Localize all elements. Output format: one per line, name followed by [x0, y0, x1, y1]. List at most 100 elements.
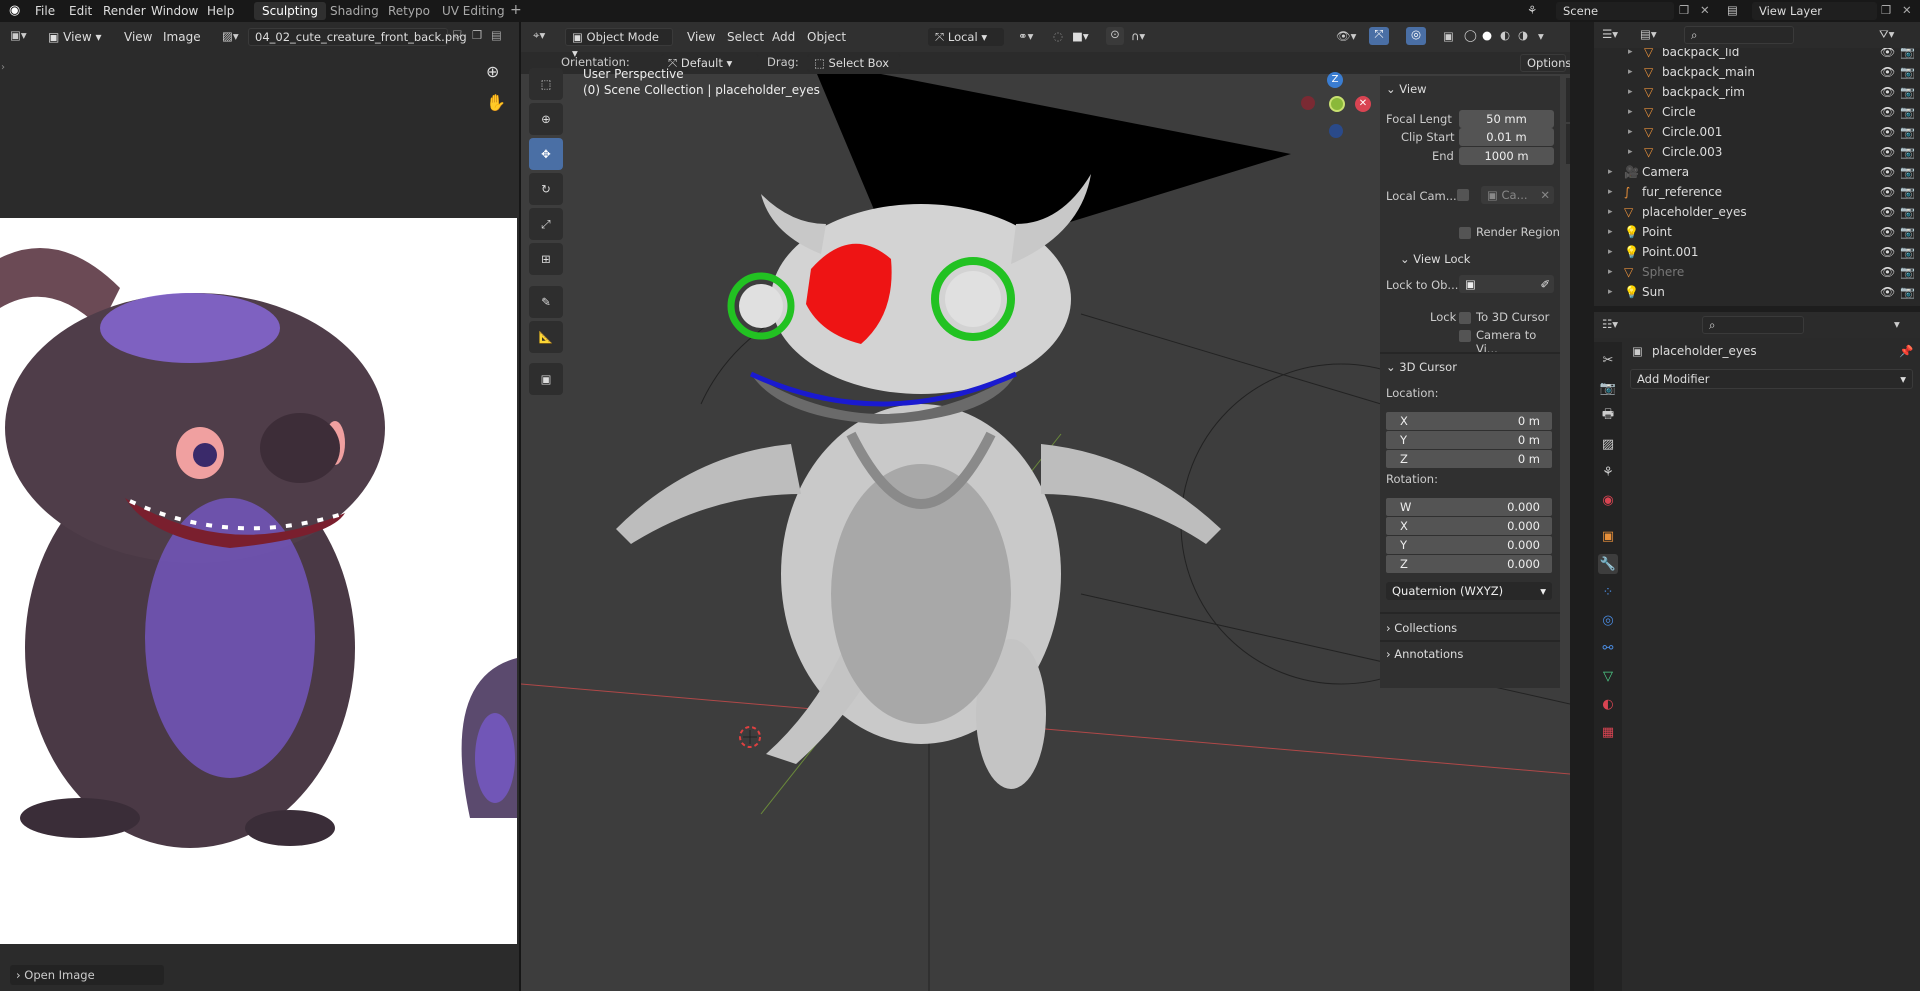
visibility-eye-icon[interactable]: 👁: [1880, 48, 1895, 62]
outliner-row[interactable]: ▸ ▽ placeholder_eyes 👁 📷: [1594, 202, 1920, 222]
open-image-operator-panel[interactable]: › Open Image: [10, 965, 164, 985]
world-tab-icon[interactable]: ◉: [1598, 490, 1618, 510]
outliner-row[interactable]: ▸ ▽ Circle.001 👁 📷: [1594, 122, 1920, 142]
gizmo-toggle-icon[interactable]: ⤧: [1369, 27, 1389, 45]
visibility-eye-icon[interactable]: 👁: [1880, 82, 1895, 102]
visibility-eye-icon[interactable]: 👁: [1880, 202, 1895, 222]
workspace-tab-uv-editing[interactable]: UV Editing: [434, 2, 513, 20]
workspace-tab-shading[interactable]: Shading: [322, 2, 387, 20]
new-image-icon[interactable]: ❐: [472, 28, 482, 42]
visibility-eye-icon[interactable]: 👁: [1880, 142, 1895, 162]
cursor-location-z[interactable]: Z0 m: [1386, 450, 1552, 468]
cursor-location-y[interactable]: Y0 m: [1386, 431, 1552, 449]
expand-arrow-icon[interactable]: ▸: [1608, 182, 1613, 202]
view-layer-selector[interactable]: View Layer: [1752, 2, 1877, 20]
zoom-icon[interactable]: ⊕: [486, 62, 499, 81]
editor-type-icon[interactable]: ▣▾: [10, 28, 27, 42]
tool-tab-icon[interactable]: ✂: [1598, 350, 1618, 370]
copy-view-layer-icon[interactable]: ❐: [1881, 3, 1891, 17]
visibility-eye-icon[interactable]: 👁: [1880, 282, 1895, 302]
texture-tab-icon[interactable]: ▦: [1598, 722, 1618, 742]
object-mode-dropdown[interactable]: ▣ Object Mode ▾: [565, 28, 673, 60]
modifier-tab-icon[interactable]: 🔧: [1598, 554, 1618, 574]
expand-arrow-icon[interactable]: ▸: [1628, 102, 1633, 122]
expand-arrow-icon[interactable]: ▸: [1608, 242, 1613, 262]
menu-select[interactable]: Select: [727, 27, 764, 47]
pin-icon[interactable]: 📌: [1899, 344, 1913, 358]
shading-wireframe-icon[interactable]: ◯: [1464, 28, 1477, 42]
menu-view[interactable]: View: [124, 27, 152, 47]
expand-arrow-icon[interactable]: ▸: [1608, 262, 1613, 282]
outliner-row[interactable]: ▸ 💡 Point 👁 📷: [1594, 222, 1920, 242]
shading-material-icon[interactable]: ◐: [1500, 28, 1510, 42]
pivot-icon[interactable]: ⚭▾: [1018, 29, 1033, 43]
local-camera-field[interactable]: ▣ Ca... ✕: [1481, 186, 1554, 204]
expand-arrow-icon[interactable]: ▸: [1628, 122, 1633, 142]
shading-solid-icon[interactable]: ●: [1482, 28, 1492, 42]
workspace-tab-sculpting[interactable]: Sculpting: [254, 2, 327, 20]
to-3d-cursor-checkbox[interactable]: [1459, 312, 1471, 324]
measure-tool[interactable]: 📐: [529, 321, 563, 353]
view-layer-tab-icon[interactable]: ▨: [1598, 434, 1618, 454]
scene-selector[interactable]: Scene: [1556, 2, 1674, 20]
render-toggle-icon[interactable]: 📷: [1900, 262, 1915, 282]
gizmo-y-axis[interactable]: [1329, 96, 1345, 112]
copy-scene-icon[interactable]: ❐: [1679, 3, 1689, 17]
collections-header[interactable]: › Collections: [1386, 621, 1457, 635]
visibility-eye-icon[interactable]: 👁: [1880, 242, 1895, 262]
shading-rendered-icon[interactable]: ◑: [1518, 28, 1528, 42]
visibility-eye-icon[interactable]: 👁: [1880, 262, 1895, 282]
render-toggle-icon[interactable]: 📷: [1900, 48, 1915, 62]
physics-tab-icon[interactable]: ◎: [1598, 610, 1618, 630]
menu-view[interactable]: View: [687, 27, 715, 47]
close-view-layer-icon[interactable]: ✕: [1902, 3, 1912, 17]
view-lock-header[interactable]: ⌄ View Lock: [1400, 252, 1470, 266]
expand-arrow-icon[interactable]: ▸: [1628, 48, 1633, 62]
outliner-row[interactable]: ▸ 💡 Sun 👁 📷: [1594, 282, 1920, 302]
cursor-rotation-w[interactable]: W 0.000: [1386, 498, 1552, 516]
transform-orientation-dropdown[interactable]: ⤧ Local ▾: [928, 28, 1004, 46]
image-name-field[interactable]: 04_02_cute_creature_front_back.png: [248, 28, 467, 46]
workspace-tab-retypo[interactable]: Retypo: [380, 2, 438, 20]
close-scene-icon[interactable]: ✕: [1700, 3, 1710, 17]
render-toggle-icon[interactable]: 📷: [1900, 82, 1915, 102]
outliner-row[interactable]: ▸ 💡 Point.001 👁 📷: [1594, 242, 1920, 262]
render-toggle-icon[interactable]: 📷: [1900, 222, 1915, 242]
outliner-row[interactable]: ▸ ∫ fur_reference 👁 📷: [1594, 182, 1920, 202]
render-toggle-icon[interactable]: 📷: [1900, 62, 1915, 82]
options-dropdown[interactable]: Options ▾: [1520, 54, 1570, 86]
blender-logo-icon[interactable]: ◉: [9, 3, 25, 19]
proportional-edit-icon[interactable]: ⊙: [1106, 27, 1124, 45]
clear-icon[interactable]: ✕: [1540, 186, 1554, 204]
render-toggle-icon[interactable]: 📷: [1900, 202, 1915, 222]
visibility-icon[interactable]: 👁▾: [1336, 29, 1356, 43]
editor-type-icon[interactable]: ⌖▾: [533, 28, 545, 43]
menu-object[interactable]: Object: [807, 27, 846, 47]
move-tool[interactable]: ✥: [529, 138, 563, 170]
object-tab-icon[interactable]: ▣: [1598, 526, 1618, 546]
outliner-row[interactable]: ▸ ▽ Circle.003 👁 📷: [1594, 142, 1920, 162]
outliner-row[interactable]: ▸ ▽ backpack_main 👁 📷: [1594, 62, 1920, 82]
add-workspace-icon[interactable]: +: [510, 2, 522, 18]
scale-tool[interactable]: ⤢: [529, 208, 563, 240]
outliner-row[interactable]: ▸ ▽ Sphere 👁 📷: [1594, 262, 1920, 282]
expand-arrow-icon[interactable]: ▸: [1628, 82, 1633, 102]
cursor-location-x[interactable]: X0 m: [1386, 412, 1552, 430]
outliner-row[interactable]: ▸ ▽ backpack_lid 👁 📷: [1594, 48, 1920, 62]
drag-dropdown[interactable]: ⬚ Select Box: [807, 54, 901, 72]
navigation-gizmo[interactable]: Z ✕: [1271, 72, 1371, 182]
menu-help[interactable]: Help: [207, 0, 234, 22]
open-image-icon[interactable]: ▤: [491, 28, 502, 42]
add-cube-tool[interactable]: ▣: [529, 363, 563, 395]
visibility-eye-icon[interactable]: 👁: [1880, 162, 1895, 182]
xray-icon[interactable]: ▣: [1443, 29, 1454, 43]
add-modifier-dropdown[interactable]: Add Modifier ▾: [1630, 369, 1913, 389]
expand-arrow-icon[interactable]: ▸: [1608, 222, 1613, 242]
lock-to-object-field[interactable]: ▣ ✐: [1459, 275, 1554, 293]
material-tab-icon[interactable]: ◐: [1598, 694, 1618, 714]
menu-edit[interactable]: Edit: [69, 0, 92, 22]
filter-icon[interactable]: ⛛▾: [1879, 27, 1894, 42]
gizmo-x-axis[interactable]: ✕: [1355, 96, 1371, 112]
falloff-icon[interactable]: ∩▾: [1131, 29, 1145, 43]
scene-icon[interactable]: ⚘: [1527, 3, 1537, 17]
